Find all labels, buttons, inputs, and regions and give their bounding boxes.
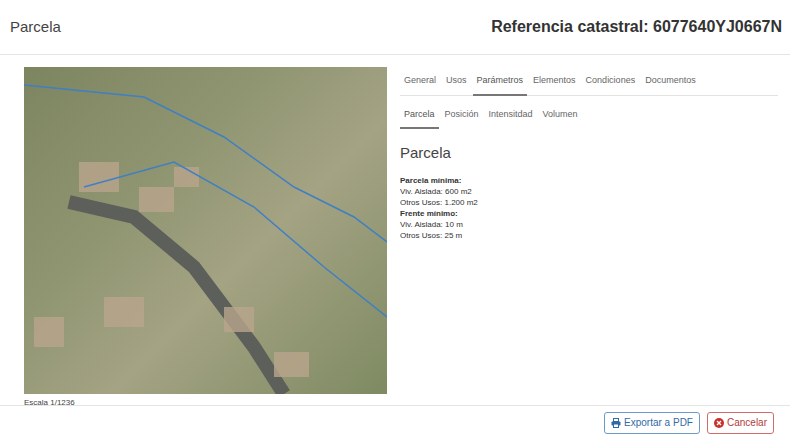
dialog-header: Parcela Referencia catastral: 6077640YJ06…: [0, 0, 790, 55]
close-circle-icon: [714, 418, 724, 428]
cadastral-reference: Referencia catastral: 6077640YJ0667N: [491, 15, 782, 39]
tab[interactable]: Documentos: [641, 67, 700, 96]
tab[interactable]: General: [400, 67, 440, 96]
main-tabs: GeneralUsosParámetrosElementosCondicione…: [400, 67, 778, 96]
export-button[interactable]: Exportar a PDF: [604, 412, 700, 434]
parameter-line: Otros Usos: 1.200 m2: [400, 197, 778, 208]
button-label: Exportar a PDF: [624, 416, 693, 430]
tab[interactable]: Usos: [442, 67, 471, 96]
cancel-button[interactable]: Cancelar: [707, 412, 774, 434]
parameter-line: Viv. Aislada: 10 m: [400, 219, 778, 230]
sub-tabs: ParcelaPosiciónIntensitdadVolumen: [400, 101, 778, 129]
parcel-boundary-icon: [24, 67, 387, 394]
parameter-line: Viv. Aislada: 600 m2: [400, 186, 778, 197]
dialog-body: Escala 1/1236 GeneralUsosParámetrosElemen…: [0, 55, 790, 405]
sub-tab[interactable]: Parcela: [400, 101, 439, 130]
tab[interactable]: Elementos: [529, 67, 580, 96]
dialog-footer: Exportar a PDF Cancelar: [0, 405, 790, 440]
parameters-panel: GeneralUsosParámetrosElementosCondicione…: [400, 67, 778, 405]
parameter-line: Otros Usos: 25 m: [400, 230, 778, 241]
section-title: Parcela: [400, 142, 778, 165]
dialog-title: Parcela: [10, 16, 61, 39]
map-scale: Escala 1/1236: [24, 397, 387, 409]
sub-tab[interactable]: Posición: [441, 101, 483, 130]
aerial-photo[interactable]: [24, 67, 387, 394]
map-panel: Escala 1/1236: [24, 67, 387, 405]
tab[interactable]: Parámetros: [473, 67, 528, 96]
parameter-heading: Frente mínimo:: [400, 208, 778, 219]
button-label: Cancelar: [727, 416, 767, 430]
sub-tab[interactable]: Intensitdad: [485, 101, 537, 130]
parameter-list: Parcela mínima:Viv. Aislada: 600 m2Otros…: [400, 175, 778, 241]
parameter-heading: Parcela mínima:: [400, 175, 778, 186]
sub-tab[interactable]: Volumen: [539, 101, 582, 130]
tab[interactable]: Condiciones: [582, 67, 640, 96]
printer-icon: [611, 418, 621, 428]
